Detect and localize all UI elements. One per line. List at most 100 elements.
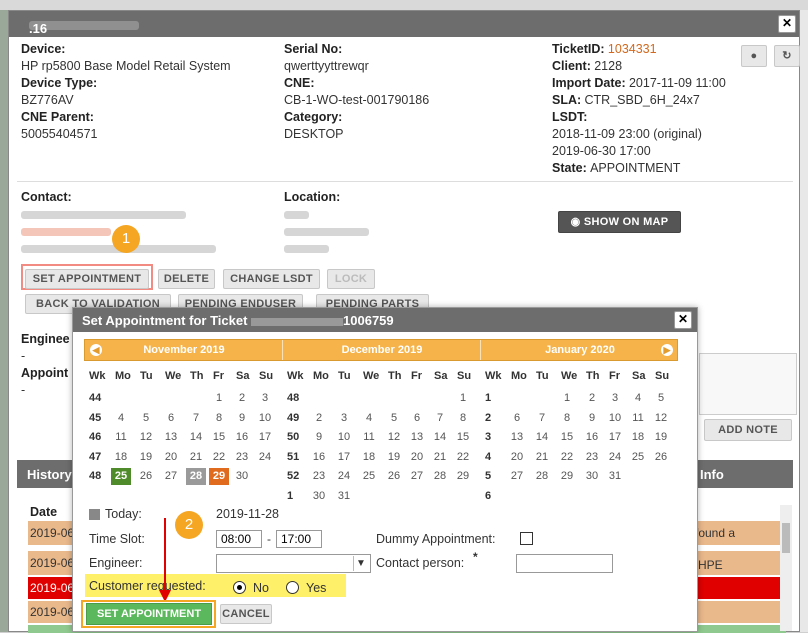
calendar-day[interactable]: 7: [186, 410, 206, 427]
calendar-day[interactable]: 11: [628, 410, 648, 427]
calendar-day[interactable]: 1: [453, 390, 473, 407]
calendar-day[interactable]: 20: [161, 449, 181, 466]
calendar-day[interactable]: 20: [507, 449, 527, 466]
tab-info[interactable]: Info: [700, 467, 724, 482]
calendar-day[interactable]: 18: [359, 449, 379, 466]
calendar-day[interactable]: 10: [605, 410, 625, 427]
show-on-map-button[interactable]: ◉ SHOW ON MAP: [558, 211, 681, 233]
calendar-day[interactable]: 30: [232, 468, 252, 485]
calendar-day[interactable]: 18: [628, 429, 648, 446]
calendar-day[interactable]: 1: [557, 390, 577, 407]
calendar-day[interactable]: 9: [582, 410, 602, 427]
calendar-day[interactable]: 21: [532, 449, 552, 466]
cancel-button[interactable]: CANCEL: [220, 604, 272, 624]
calendar-day[interactable]: 8: [453, 410, 473, 427]
calendar-day[interactable]: 31: [334, 488, 354, 505]
calendar-day[interactable]: 21: [186, 449, 206, 466]
calendar-day[interactable]: 2: [232, 390, 252, 407]
lock-button[interactable]: LOCK: [327, 269, 375, 289]
calendar-day[interactable]: 16: [309, 449, 329, 466]
calendar-day[interactable]: 29: [453, 468, 473, 485]
ticketid-value[interactable]: 1034331: [608, 42, 657, 56]
tab-history[interactable]: History: [27, 467, 72, 482]
calendar-day[interactable]: 19: [136, 449, 156, 466]
dummy-appointment-checkbox[interactable]: [520, 532, 533, 545]
calendar-day[interactable]: 13: [161, 429, 181, 446]
calendar-day[interactable]: 17: [255, 429, 275, 446]
history-scrollbar[interactable]: [780, 505, 792, 631]
calendar-day[interactable]: 17: [334, 449, 354, 466]
contact-person-input[interactable]: [516, 554, 613, 573]
calendar-day[interactable]: 15: [557, 429, 577, 446]
calendar-day[interactable]: 19: [384, 449, 404, 466]
calendar-day[interactable]: 27: [507, 468, 527, 485]
calendar-day[interactable]: 28: [430, 468, 450, 485]
calendar-day[interactable]: 27: [161, 468, 181, 485]
calendar-day[interactable]: 17: [605, 429, 625, 446]
calendar-day[interactable]: 15: [453, 429, 473, 446]
calendar-day[interactable]: 8: [209, 410, 229, 427]
calendar-day[interactable]: 22: [453, 449, 473, 466]
delete-button[interactable]: DELETE: [158, 269, 215, 289]
scrollbar-thumb[interactable]: [782, 523, 790, 553]
calendar-day[interactable]: 8: [557, 410, 577, 427]
calendar-day[interactable]: 30: [309, 488, 329, 505]
calendar-day[interactable]: 7: [430, 410, 450, 427]
calendar-day[interactable]: 29: [209, 468, 229, 485]
calendar-day[interactable]: 9: [232, 410, 252, 427]
calendar-day[interactable]: 3: [605, 390, 625, 407]
calendar-day[interactable]: 10: [334, 429, 354, 446]
calendar-day[interactable]: 25: [111, 468, 131, 485]
calendar-day[interactable]: 24: [255, 449, 275, 466]
calendar-day[interactable]: 11: [111, 429, 131, 446]
calendar-day[interactable]: 12: [136, 429, 156, 446]
calendar-day[interactable]: 7: [532, 410, 552, 427]
calendar-day[interactable]: 12: [384, 429, 404, 446]
calendar-day[interactable]: 5: [384, 410, 404, 427]
calendar-day[interactable]: 25: [359, 468, 379, 485]
dialog-close-icon[interactable]: ✕: [674, 311, 692, 329]
calendar-day[interactable]: 6: [407, 410, 427, 427]
calendar-day[interactable]: 24: [605, 449, 625, 466]
calendar-day[interactable]: 23: [582, 449, 602, 466]
calendar-day[interactable]: 20: [407, 449, 427, 466]
calendar-day[interactable]: 23: [232, 449, 252, 466]
calendar-day[interactable]: 16: [582, 429, 602, 446]
calendar-day[interactable]: 27: [407, 468, 427, 485]
close-icon[interactable]: ✕: [778, 15, 796, 33]
calendar-day[interactable]: 11: [359, 429, 379, 446]
calendar-day[interactable]: 24: [334, 468, 354, 485]
calendar-day[interactable]: 28: [532, 468, 552, 485]
calendar-day[interactable]: 28: [186, 468, 206, 485]
calendar-day[interactable]: 9: [309, 429, 329, 446]
calendar-day[interactable]: 26: [651, 449, 671, 466]
calendar-day[interactable]: 4: [628, 390, 648, 407]
calendar-day[interactable]: 14: [186, 429, 206, 446]
calendar-day[interactable]: 2: [309, 410, 329, 427]
calendar-day[interactable]: 2: [582, 390, 602, 407]
calendar-day[interactable]: 3: [255, 390, 275, 407]
calendar-day[interactable]: 5: [651, 390, 671, 407]
refresh-icon[interactable]: ↻: [774, 45, 800, 67]
set-appointment-button[interactable]: SET APPOINTMENT: [25, 269, 149, 289]
calendar-day[interactable]: 25: [628, 449, 648, 466]
calendar-day[interactable]: 23: [309, 468, 329, 485]
calendar-day[interactable]: 30: [582, 468, 602, 485]
change-lsdt-button[interactable]: CHANGE LSDT: [223, 269, 320, 289]
calendar-day[interactable]: 5: [136, 410, 156, 427]
calendar-day[interactable]: 14: [430, 429, 450, 446]
calendar-day[interactable]: 18: [111, 449, 131, 466]
calendar-day[interactable]: 31: [605, 468, 625, 485]
calendar-day[interactable]: 12: [651, 410, 671, 427]
user-icon[interactable]: ●: [741, 45, 767, 67]
confirm-set-appointment-button[interactable]: SET APPOINTMENT: [86, 603, 212, 625]
calendar-day[interactable]: 16: [232, 429, 252, 446]
time-from-input[interactable]: [216, 530, 262, 548]
calendar-day[interactable]: 13: [507, 429, 527, 446]
calendar-day[interactable]: 10: [255, 410, 275, 427]
calendar-day[interactable]: 3: [334, 410, 354, 427]
calendar-day[interactable]: 15: [209, 429, 229, 446]
calendar-day[interactable]: 6: [507, 410, 527, 427]
calendar-day[interactable]: 4: [111, 410, 131, 427]
calendar-day[interactable]: 22: [209, 449, 229, 466]
